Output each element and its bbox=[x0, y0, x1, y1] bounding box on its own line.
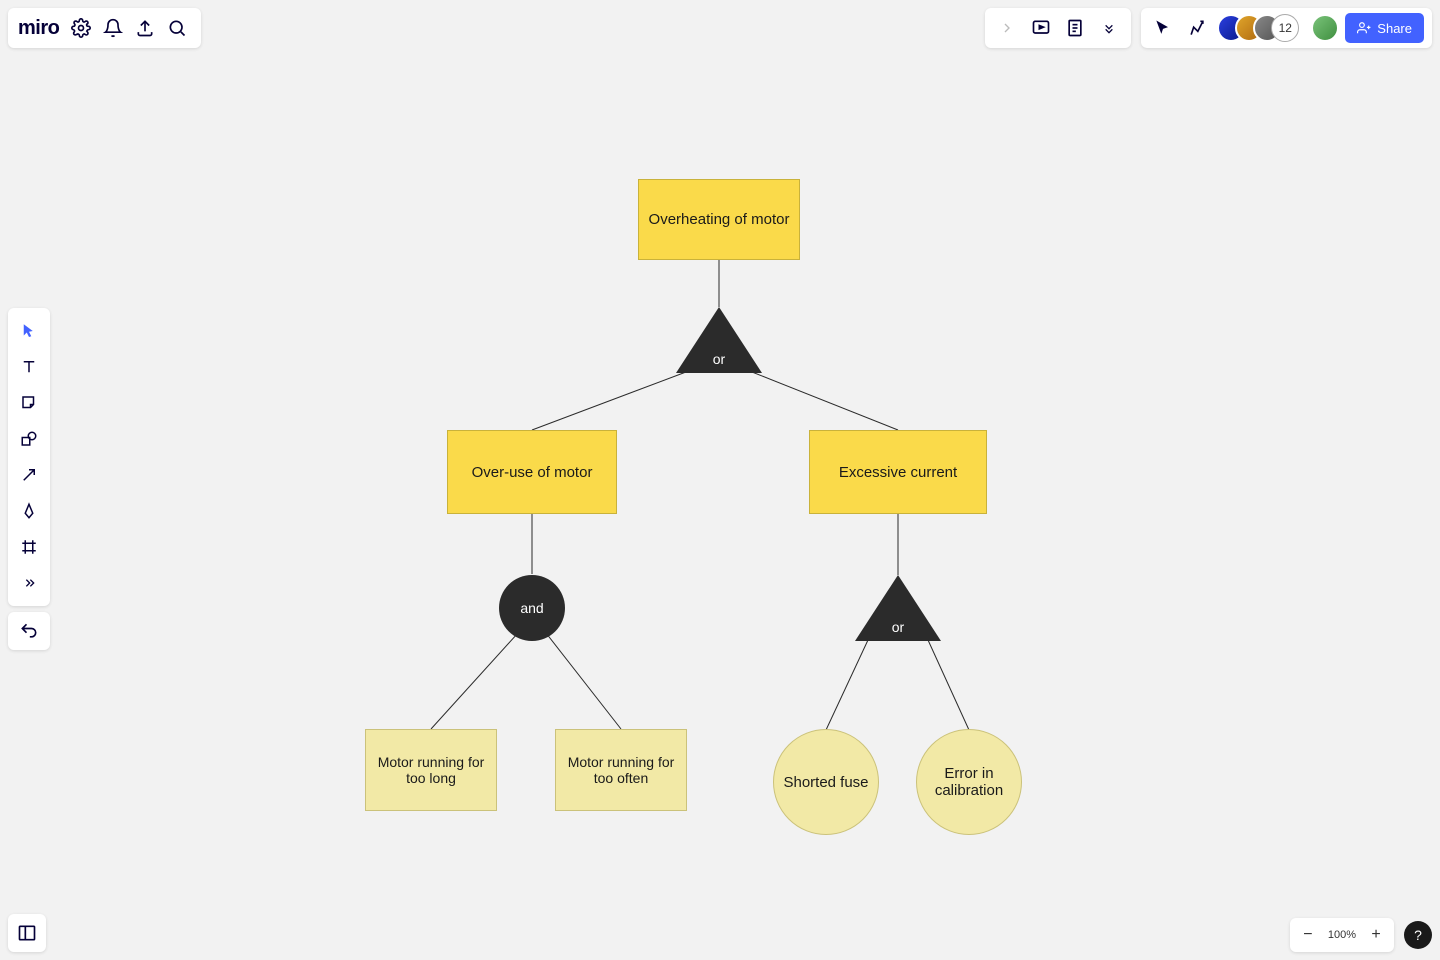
node-leaf-running-often[interactable]: Motor running for too often bbox=[555, 729, 687, 811]
settings-icon[interactable] bbox=[67, 14, 95, 42]
reactions-icon[interactable] bbox=[1183, 14, 1211, 42]
node-leaf-error-calibration-label: Error in calibration bbox=[923, 765, 1015, 799]
tool-sticky[interactable] bbox=[12, 386, 46, 420]
help-label: ? bbox=[1414, 927, 1422, 943]
avatar-overflow-count[interactable]: 12 bbox=[1271, 14, 1299, 42]
diagram-edges bbox=[0, 0, 1440, 960]
tool-arrow[interactable] bbox=[12, 458, 46, 492]
tool-more[interactable] bbox=[12, 566, 46, 600]
share-button-label: Share bbox=[1377, 21, 1412, 36]
view-controls-panel bbox=[985, 8, 1131, 48]
zoom-controls: − 100% + bbox=[1290, 918, 1394, 952]
tool-pen[interactable] bbox=[12, 494, 46, 528]
cursor-follow-icon[interactable] bbox=[1149, 14, 1177, 42]
zoom-in-button[interactable]: + bbox=[1364, 923, 1388, 947]
board-canvas[interactable]: Overheating of motor or Over-use of moto… bbox=[0, 0, 1440, 960]
avatar-self[interactable] bbox=[1311, 14, 1339, 42]
collab-panel: 12 Share bbox=[1141, 8, 1432, 48]
node-leaf-shorted-fuse[interactable]: Shorted fuse bbox=[773, 729, 879, 835]
avatar-stack[interactable]: 12 bbox=[1217, 14, 1299, 42]
tool-select[interactable] bbox=[12, 314, 46, 348]
node-leaf-running-long[interactable]: Motor running for too long bbox=[365, 729, 497, 811]
help-button[interactable]: ? bbox=[1404, 921, 1432, 949]
node-leaf-running-long-label: Motor running for too long bbox=[374, 754, 488, 786]
tool-shapes[interactable] bbox=[12, 422, 46, 456]
export-icon[interactable] bbox=[131, 14, 159, 42]
share-button[interactable]: Share bbox=[1345, 13, 1424, 43]
node-excessive-current[interactable]: Excessive current bbox=[809, 430, 987, 514]
gate-or-right-label: or bbox=[855, 619, 941, 635]
gate-and[interactable]: and bbox=[499, 575, 565, 641]
node-root-label: Overheating of motor bbox=[649, 211, 790, 228]
node-leaf-error-calibration[interactable]: Error in calibration bbox=[916, 729, 1022, 835]
minimap-toggle[interactable] bbox=[8, 914, 46, 952]
notes-icon[interactable] bbox=[1061, 14, 1089, 42]
node-overuse[interactable]: Over-use of motor bbox=[447, 430, 617, 514]
node-root[interactable]: Overheating of motor bbox=[638, 179, 800, 260]
topbar-left: miro bbox=[8, 8, 201, 48]
chevron-right-icon[interactable] bbox=[993, 14, 1021, 42]
present-icon[interactable] bbox=[1027, 14, 1055, 42]
miro-logo[interactable]: miro bbox=[18, 17, 59, 40]
node-leaf-running-often-label: Motor running for too often bbox=[564, 754, 678, 786]
gate-or-right[interactable]: or bbox=[855, 575, 941, 641]
notifications-icon[interactable] bbox=[99, 14, 127, 42]
zoom-out-button[interactable]: − bbox=[1296, 923, 1320, 947]
node-leaf-shorted-fuse-label: Shorted fuse bbox=[783, 774, 868, 791]
search-icon[interactable] bbox=[163, 14, 191, 42]
node-overuse-label: Over-use of motor bbox=[472, 464, 593, 481]
node-excessive-current-label: Excessive current bbox=[839, 464, 957, 481]
tool-text[interactable] bbox=[12, 350, 46, 384]
gate-or-top[interactable]: or bbox=[676, 307, 762, 373]
more-chevrons-icon[interactable] bbox=[1095, 14, 1123, 42]
undo-button[interactable] bbox=[8, 612, 50, 650]
tool-frame[interactable] bbox=[12, 530, 46, 564]
left-toolbar bbox=[8, 308, 50, 606]
gate-or-top-label: or bbox=[676, 351, 762, 367]
gate-and-label: and bbox=[520, 600, 543, 616]
topbar-right: 12 Share bbox=[985, 8, 1432, 48]
zoom-value[interactable]: 100% bbox=[1322, 929, 1362, 941]
